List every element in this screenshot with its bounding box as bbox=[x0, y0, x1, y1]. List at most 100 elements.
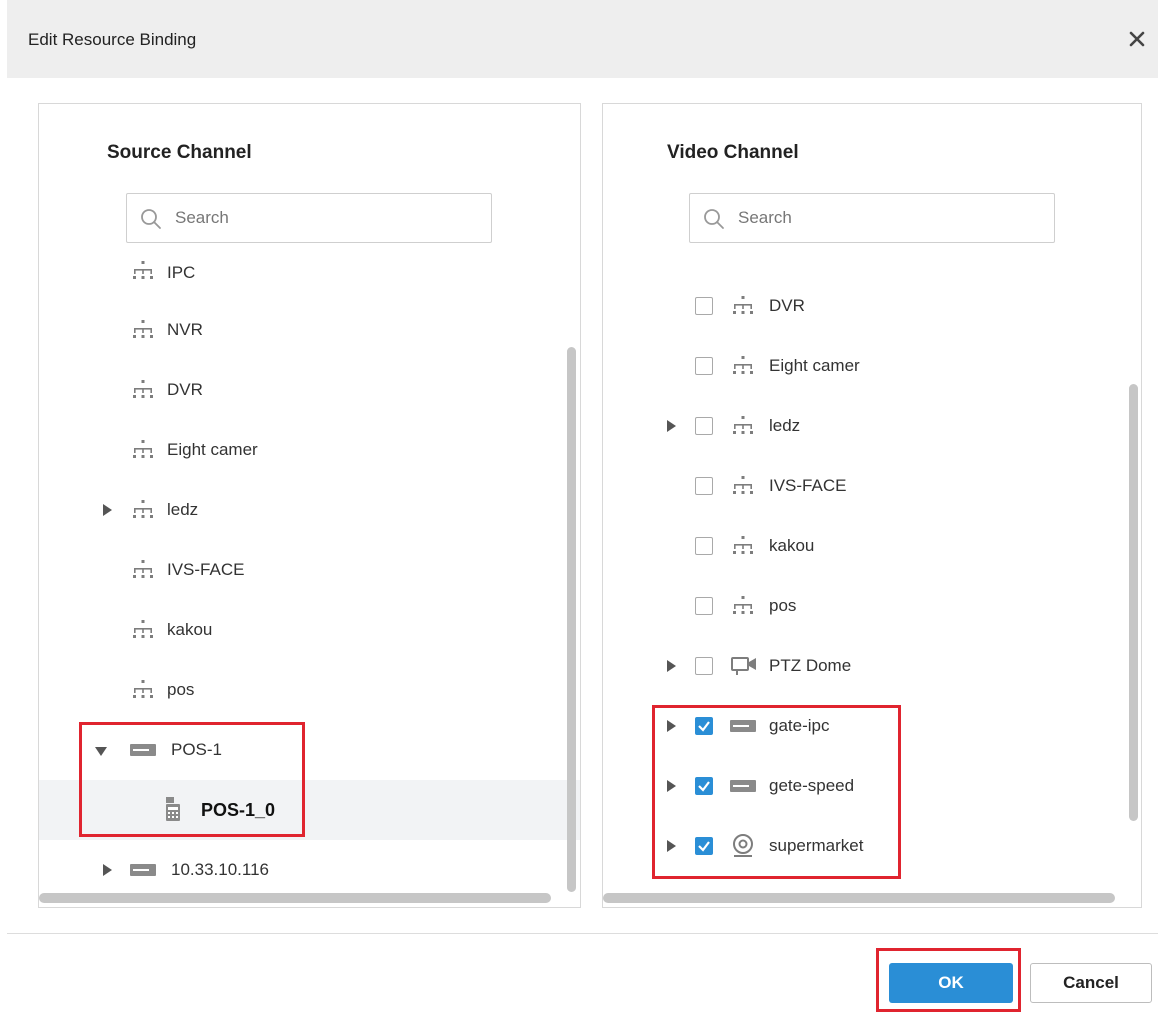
expand-arrow-icon[interactable] bbox=[101, 504, 113, 516]
tree-item-pos[interactable]: pos bbox=[39, 660, 580, 720]
check-icon bbox=[698, 721, 710, 732]
device-tree-icon bbox=[733, 596, 753, 614]
video-vertical-scrollbar[interactable] bbox=[1129, 384, 1138, 821]
source-vertical-scrollbar[interactable] bbox=[567, 347, 576, 892]
check-icon bbox=[698, 841, 710, 852]
device-tree-icon bbox=[733, 296, 753, 314]
tree-item-kakou[interactable]: kakou bbox=[39, 600, 580, 660]
tree-item-label: supermarket bbox=[769, 836, 864, 855]
video-item-ivs-face[interactable]: IVS-FACE bbox=[603, 456, 1141, 516]
checkbox-checked[interactable] bbox=[695, 837, 713, 855]
checkbox-checked[interactable] bbox=[695, 717, 713, 735]
nvr-device-icon bbox=[730, 780, 756, 792]
checkbox[interactable] bbox=[695, 297, 713, 315]
nvr-device-icon bbox=[730, 720, 756, 732]
dome-camera-icon bbox=[733, 834, 753, 857]
tree-item-label: ledz bbox=[769, 416, 801, 435]
tree-item-label: Eight camer bbox=[167, 440, 258, 459]
search-icon bbox=[704, 209, 724, 229]
device-tree-icon bbox=[133, 680, 153, 698]
tree-item-label: gate-ipc bbox=[769, 716, 830, 735]
footer-divider bbox=[7, 933, 1158, 934]
device-tree-icon bbox=[133, 380, 153, 398]
source-horizontal-scrollbar[interactable] bbox=[39, 893, 551, 903]
tree-item-ledz[interactable]: ledz bbox=[39, 480, 580, 540]
tree-item-label: IVS-FACE bbox=[167, 560, 245, 579]
expand-arrow-icon[interactable] bbox=[665, 660, 677, 672]
device-tree-icon bbox=[733, 476, 753, 494]
video-item-dvr[interactable]: DVR bbox=[603, 276, 1141, 336]
checkbox[interactable] bbox=[695, 417, 713, 435]
video-item-pos[interactable]: pos bbox=[603, 576, 1141, 636]
expand-arrow-icon[interactable] bbox=[665, 720, 677, 732]
tree-item-label: ledz bbox=[167, 500, 199, 519]
ok-button[interactable]: OK bbox=[889, 963, 1013, 1003]
tree-item-label: IVS-FACE bbox=[769, 476, 847, 495]
checkbox-checked[interactable] bbox=[695, 777, 713, 795]
dialog-title: Edit Resource Binding bbox=[28, 30, 197, 49]
pos-terminal-icon bbox=[166, 797, 180, 821]
device-tree-icon bbox=[133, 500, 153, 518]
checkbox[interactable] bbox=[695, 357, 713, 375]
dialog-header: Edit Resource Binding bbox=[7, 0, 1158, 78]
checkbox[interactable] bbox=[695, 477, 713, 495]
video-search-box[interactable] bbox=[689, 193, 1055, 243]
video-tree: DVR Eight camer ledz IVS-FACE kakou pos … bbox=[603, 256, 1141, 886]
video-item-eight-camer[interactable]: Eight camer bbox=[603, 336, 1141, 396]
device-tree-icon bbox=[133, 620, 153, 638]
checkbox[interactable] bbox=[695, 657, 713, 675]
checkbox[interactable] bbox=[695, 597, 713, 615]
video-item-ptz-dome[interactable]: PTZ Dome bbox=[603, 636, 1141, 696]
device-tree-icon bbox=[133, 440, 153, 458]
expand-arrow-icon[interactable] bbox=[101, 864, 113, 876]
tree-item-partial[interactable]: IPC bbox=[39, 256, 580, 301]
source-search-input[interactable] bbox=[175, 204, 475, 232]
source-channel-title: Source Channel bbox=[107, 142, 252, 163]
device-tree-icon bbox=[733, 536, 753, 554]
checkbox[interactable] bbox=[695, 537, 713, 555]
tree-item-label: Eight camer bbox=[769, 356, 860, 375]
tree-item-label: pos bbox=[167, 680, 195, 699]
tree-item-label: PTZ Dome bbox=[769, 656, 852, 675]
tree-item-label: NVR bbox=[167, 320, 203, 339]
tree-item-label: kakou bbox=[769, 536, 815, 555]
device-tree-icon bbox=[133, 560, 153, 578]
check-icon bbox=[698, 781, 710, 792]
tree-item-ivs-face[interactable]: IVS-FACE bbox=[39, 540, 580, 600]
tree-item-label: kakou bbox=[167, 620, 213, 639]
expand-arrow-icon[interactable] bbox=[665, 780, 677, 792]
video-search-input[interactable] bbox=[738, 204, 1038, 232]
source-channel-panel: Source Channel IPC NVR DVR Eight camer l… bbox=[38, 103, 581, 908]
tree-item-label: POS-1_0 bbox=[201, 800, 276, 820]
source-search-box[interactable] bbox=[126, 193, 492, 243]
tree-item-pos-1-0[interactable]: POS-1_0 bbox=[39, 780, 580, 840]
cancel-button[interactable]: Cancel bbox=[1030, 963, 1152, 1003]
video-horizontal-scrollbar[interactable] bbox=[603, 893, 1115, 903]
source-tree: IPC NVR DVR Eight camer ledz IVS-FACE ka… bbox=[39, 256, 580, 886]
tree-item-label: pos bbox=[769, 596, 797, 615]
collapse-arrow-icon[interactable] bbox=[95, 745, 107, 757]
tree-item-pos-1[interactable]: POS-1 bbox=[39, 720, 580, 780]
nvr-device-icon bbox=[130, 864, 156, 876]
video-item-gate-ipc[interactable]: gate-ipc bbox=[603, 696, 1141, 756]
tree-item-label: IPC bbox=[167, 263, 196, 282]
expand-arrow-icon[interactable] bbox=[665, 840, 677, 852]
video-item-gete-speed[interactable]: gete-speed bbox=[603, 756, 1141, 816]
tree-item-label: DVR bbox=[769, 296, 805, 315]
expand-arrow-icon[interactable] bbox=[665, 420, 677, 432]
tree-item-eight-camer[interactable]: Eight camer bbox=[39, 420, 580, 480]
device-tree-icon bbox=[133, 320, 153, 338]
device-tree-icon bbox=[733, 356, 753, 374]
device-tree-icon bbox=[733, 416, 753, 434]
tree-item-label: POS-1 bbox=[171, 740, 223, 759]
tree-item-label: DVR bbox=[167, 380, 203, 399]
device-tree-icon bbox=[133, 261, 153, 279]
tree-item-label: gete-speed bbox=[769, 776, 855, 795]
tree-item-dvr[interactable]: DVR bbox=[39, 360, 580, 420]
close-icon[interactable] bbox=[1124, 26, 1150, 52]
tree-item-nvr[interactable]: NVR bbox=[39, 300, 580, 360]
tree-item-10-33-10-116[interactable]: 10.33.10.116 bbox=[39, 840, 580, 886]
video-item-ledz[interactable]: ledz bbox=[603, 396, 1141, 456]
video-item-kakou[interactable]: kakou bbox=[603, 516, 1141, 576]
video-item-supermarket[interactable]: supermarket bbox=[603, 816, 1141, 876]
